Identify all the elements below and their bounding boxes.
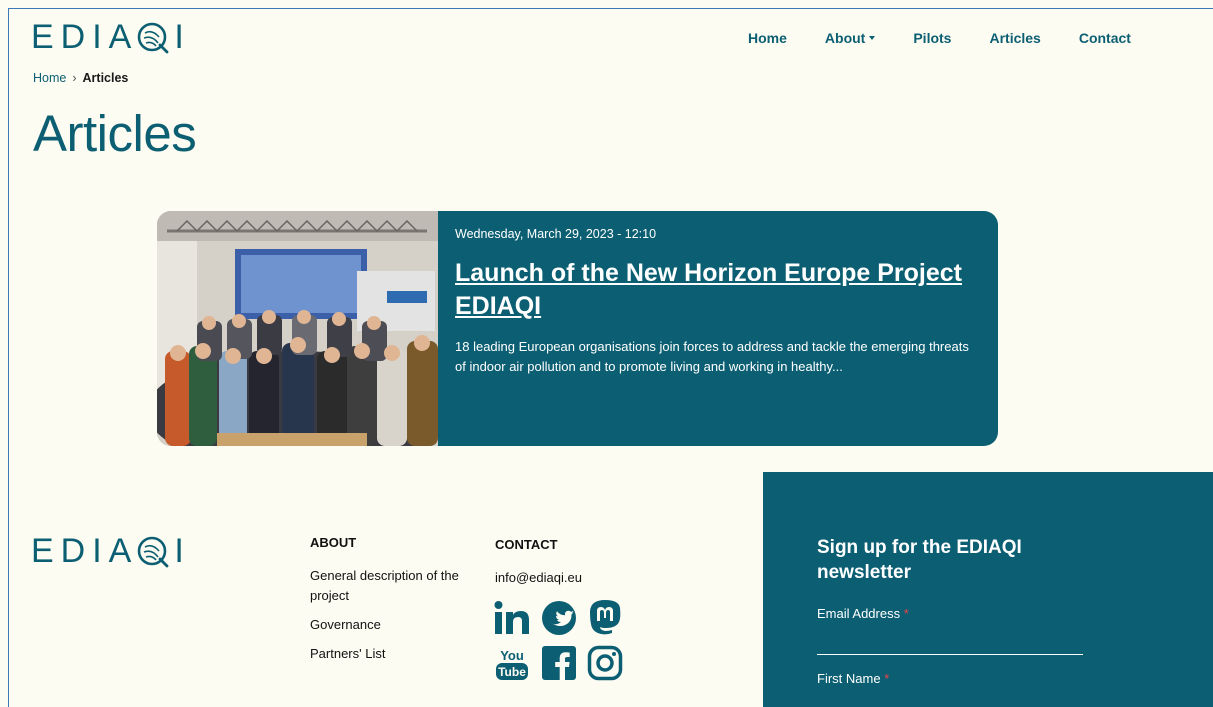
breadcrumb-home[interactable]: Home: [33, 71, 66, 85]
footer-logo-text: EDIA: [31, 532, 139, 570]
required-mark: *: [884, 671, 890, 686]
footer-about-heading: ABOUT: [310, 535, 357, 550]
article-card-body: Wednesday, March 29, 2023 - 12:10 Launch…: [438, 211, 998, 446]
site-logo[interactable]: EDIA I: [31, 18, 191, 57]
chevron-down-icon: [869, 36, 876, 40]
first-name-label: First Name *: [817, 671, 890, 686]
nav-home[interactable]: Home: [748, 30, 787, 46]
nav-contact[interactable]: Contact: [1079, 30, 1131, 46]
instagram-icon[interactable]: [587, 645, 623, 681]
footer-logo-text-i: I: [174, 532, 191, 570]
linkedin-icon[interactable]: [494, 600, 530, 636]
breadcrumb-separator: ›: [72, 71, 77, 85]
footer-logo[interactable]: EDIA I: [31, 532, 191, 571]
footer-logo-q-icon: [138, 536, 169, 567]
svg-text:Tube: Tube: [498, 665, 526, 679]
svg-text:You: You: [500, 648, 524, 663]
page-title: Articles: [33, 105, 197, 162]
newsletter-title: Sign up for the EDIAQI newsletter: [817, 537, 1022, 583]
breadcrumb: Home › Articles: [33, 71, 128, 85]
newsletter-signup: Sign up for the EDIAQI newsletter Email …: [763, 472, 1213, 707]
article-excerpt: 18 leading European organisations join f…: [455, 339, 969, 374]
article-card[interactable]: Wednesday, March 29, 2023 - 12:10 Launch…: [157, 211, 998, 446]
article-photo[interactable]: [157, 211, 438, 446]
footer-contact-email[interactable]: info@ediaqi.eu: [495, 568, 582, 588]
twitter-icon[interactable]: [541, 600, 577, 636]
footer-contact-heading: CONTACT: [495, 537, 558, 552]
logo-text: EDIA: [31, 18, 139, 56]
breadcrumb-current: Articles: [82, 71, 129, 85]
nav-pilots[interactable]: Pilots: [913, 30, 951, 46]
logo-text-i: I: [174, 18, 191, 56]
article-date: Wednesday, March 29, 2023 - 12:10: [455, 227, 657, 241]
article-title-link[interactable]: Launch of the New Horizon Europe Project…: [455, 257, 980, 323]
footer-link-partners[interactable]: Partners' List: [310, 644, 385, 664]
footer-link-governance[interactable]: Governance: [310, 615, 381, 635]
mastodon-icon[interactable]: [587, 598, 623, 636]
main-nav: Home About Pilots Articles Contact: [748, 30, 1169, 46]
nav-articles[interactable]: Articles: [989, 30, 1040, 46]
logo-q-icon: [138, 22, 169, 53]
nav-about[interactable]: About: [825, 30, 876, 46]
youtube-icon[interactable]: You Tube: [494, 646, 530, 682]
required-mark: *: [903, 606, 909, 621]
footer-link-general-description[interactable]: General description of the project: [310, 566, 480, 606]
footer: EDIA I ABOUT General description of the …: [9, 472, 763, 707]
email-label: Email Address *: [817, 606, 909, 621]
facebook-icon[interactable]: [541, 645, 577, 681]
group-photo-image: [157, 211, 438, 446]
email-field[interactable]: [817, 634, 1083, 655]
